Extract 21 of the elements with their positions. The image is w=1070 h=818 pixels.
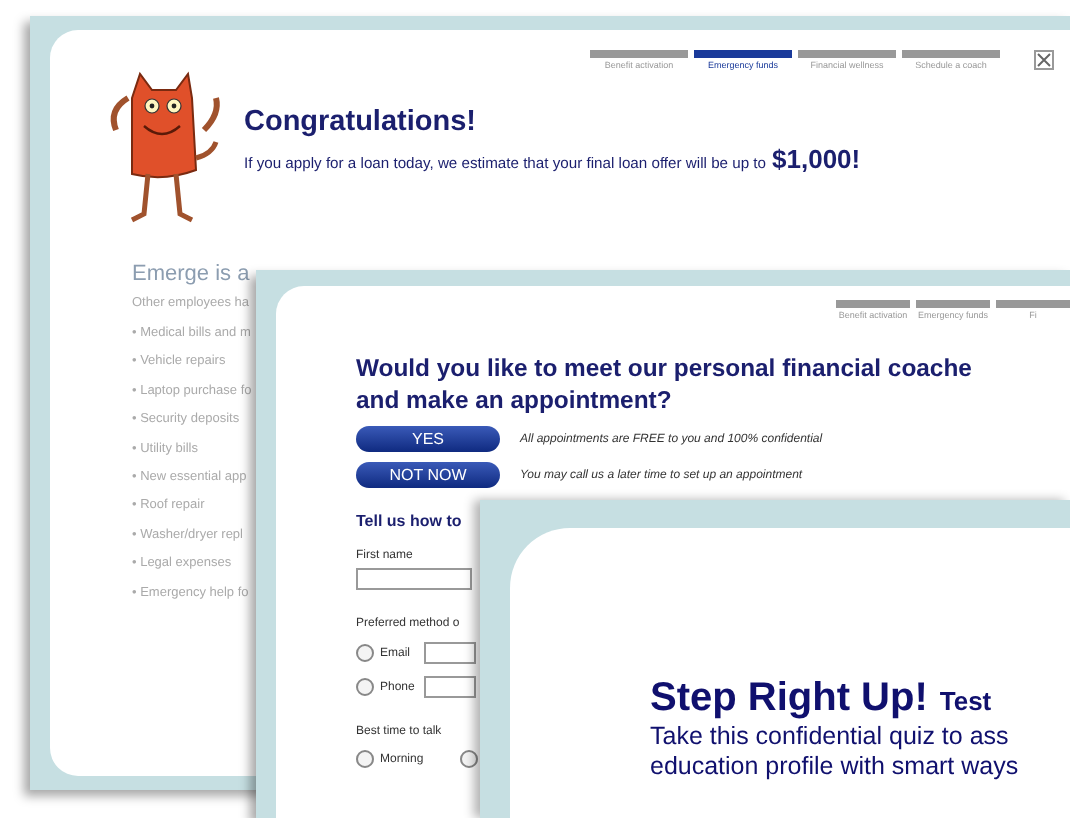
coach-heading: Would you like to meet our personal financial coache <box>356 352 974 384</box>
quiz-subtitle: Test <box>939 686 992 716</box>
form-title: Tell us how to <box>356 512 462 530</box>
quiz-description: Take this confidential quiz to ass <box>650 722 1011 752</box>
radio-button[interactable] <box>356 644 374 662</box>
radio-button[interactable] <box>460 750 478 768</box>
contact-field[interactable] <box>424 642 476 664</box>
radio-button[interactable] <box>356 678 374 696</box>
loan-amount: $1,000! <box>772 144 861 174</box>
close-icon <box>1036 52 1052 68</box>
coach-heading: and make an appointment? <box>356 384 674 416</box>
first-name-field[interactable] <box>356 568 472 590</box>
radio-button[interactable] <box>356 750 374 768</box>
choice-button[interactable]: NOT NOW <box>356 462 500 488</box>
congratulations-title: Congratulations! <box>244 106 478 138</box>
close-button[interactable] <box>1034 50 1054 70</box>
contact-field[interactable] <box>424 676 476 698</box>
quiz-description: education profile with smart ways <box>650 752 1021 782</box>
quiz-title: Step Right Up! <box>650 676 928 722</box>
choice-button[interactable]: YES <box>356 426 500 452</box>
section-title: Emerge is a <box>132 262 250 286</box>
